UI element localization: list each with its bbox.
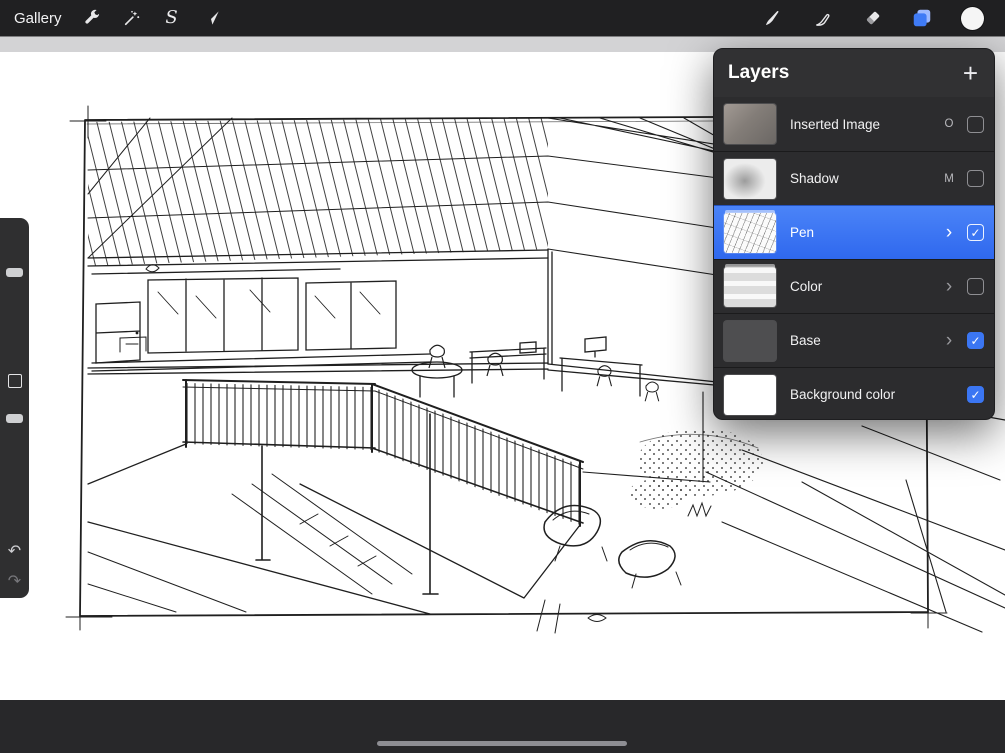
layer-thumbnail[interactable]: [724, 374, 776, 415]
layers-panel-header: Layers +: [714, 49, 994, 97]
selection-s-icon: S: [165, 7, 178, 28]
adjustments-button[interactable]: [112, 0, 152, 36]
gallery-button[interactable]: Gallery: [0, 10, 72, 27]
blend-mode-badge[interactable]: M: [939, 173, 959, 185]
layer-row-color[interactable]: Color › ✓: [714, 259, 994, 313]
actions-wrench-button[interactable]: [72, 0, 112, 36]
layers-button[interactable]: [897, 0, 947, 36]
layer-name: Background color: [790, 387, 896, 402]
expand-group-chevron-icon[interactable]: ›: [939, 223, 959, 242]
layer-name: Pen: [790, 225, 815, 240]
selection-button[interactable]: S: [152, 0, 192, 36]
opacity-slider[interactable]: [6, 414, 23, 423]
brush-size-slider[interactable]: [6, 268, 23, 277]
top-toolbar: Gallery S: [0, 0, 1005, 36]
color-swatch: [960, 6, 984, 30]
layer-thumbnail[interactable]: [724, 212, 776, 253]
add-layer-button[interactable]: +: [961, 60, 980, 86]
expand-group-chevron-icon[interactable]: ›: [939, 331, 959, 350]
layer-row-pen[interactable]: Pen › ✓: [714, 205, 994, 259]
paint-button[interactable]: [747, 0, 797, 36]
check-icon: ✓: [970, 333, 981, 348]
modify-button[interactable]: [8, 374, 22, 388]
layers-panel: Layers + Inserted Image O ✓ Shadow M ✓ P…: [713, 48, 995, 420]
magic-wand-icon: [124, 10, 139, 26]
toolbar-right-group: [747, 0, 1005, 36]
layer-row-background-color[interactable]: Background color ✓: [714, 367, 994, 419]
check-icon: ✓: [970, 387, 981, 402]
layer-thumbnail[interactable]: [724, 320, 776, 361]
layer-name: Shadow: [790, 171, 839, 186]
layers-title: Layers: [728, 62, 790, 83]
transform-arrow-icon: [204, 11, 219, 25]
layer-thumbnail[interactable]: [724, 158, 776, 199]
sidebar-tools: ↶ ↷: [0, 218, 29, 598]
layer-visibility-checkbox[interactable]: ✓: [967, 332, 984, 349]
layer-visibility-checkbox[interactable]: ✓: [967, 115, 984, 133]
layers-icon: [913, 9, 931, 27]
layer-thumbnail[interactable]: [724, 266, 776, 307]
layer-visibility-checkbox[interactable]: ✓: [967, 386, 984, 403]
undo-button[interactable]: ↶: [0, 544, 29, 560]
blend-mode-badge[interactable]: O: [939, 118, 959, 130]
layer-name: Inserted Image: [790, 116, 881, 132]
color-button[interactable]: [947, 0, 997, 36]
layer-visibility-checkbox[interactable]: ✓: [967, 170, 984, 187]
redo-button[interactable]: ↷: [0, 574, 29, 590]
brush-icon: [765, 10, 778, 25]
layer-thumbnail[interactable]: [724, 104, 776, 144]
expand-group-chevron-icon[interactable]: ›: [939, 277, 959, 296]
layer-row-base[interactable]: Base › ✓: [714, 313, 994, 367]
layer-visibility-checkbox[interactable]: ✓: [967, 278, 984, 295]
home-indicator[interactable]: [377, 741, 627, 746]
smudge-icon: [815, 13, 829, 26]
layer-name: Color: [790, 279, 823, 294]
layer-visibility-checkbox[interactable]: ✓: [967, 224, 984, 241]
transform-button[interactable]: [192, 0, 232, 36]
check-icon: ✓: [970, 225, 981, 240]
wrench-icon: [84, 9, 99, 24]
layer-row-shadow[interactable]: Shadow M ✓: [714, 151, 994, 205]
smudge-button[interactable]: [797, 0, 847, 36]
toolbar-left-group: Gallery S: [0, 0, 232, 36]
layer-name: Base: [790, 333, 821, 348]
layer-row-inserted-image[interactable]: Inserted Image O ✓: [714, 97, 994, 151]
erase-button[interactable]: [847, 0, 897, 36]
eraser-icon: [866, 11, 879, 24]
